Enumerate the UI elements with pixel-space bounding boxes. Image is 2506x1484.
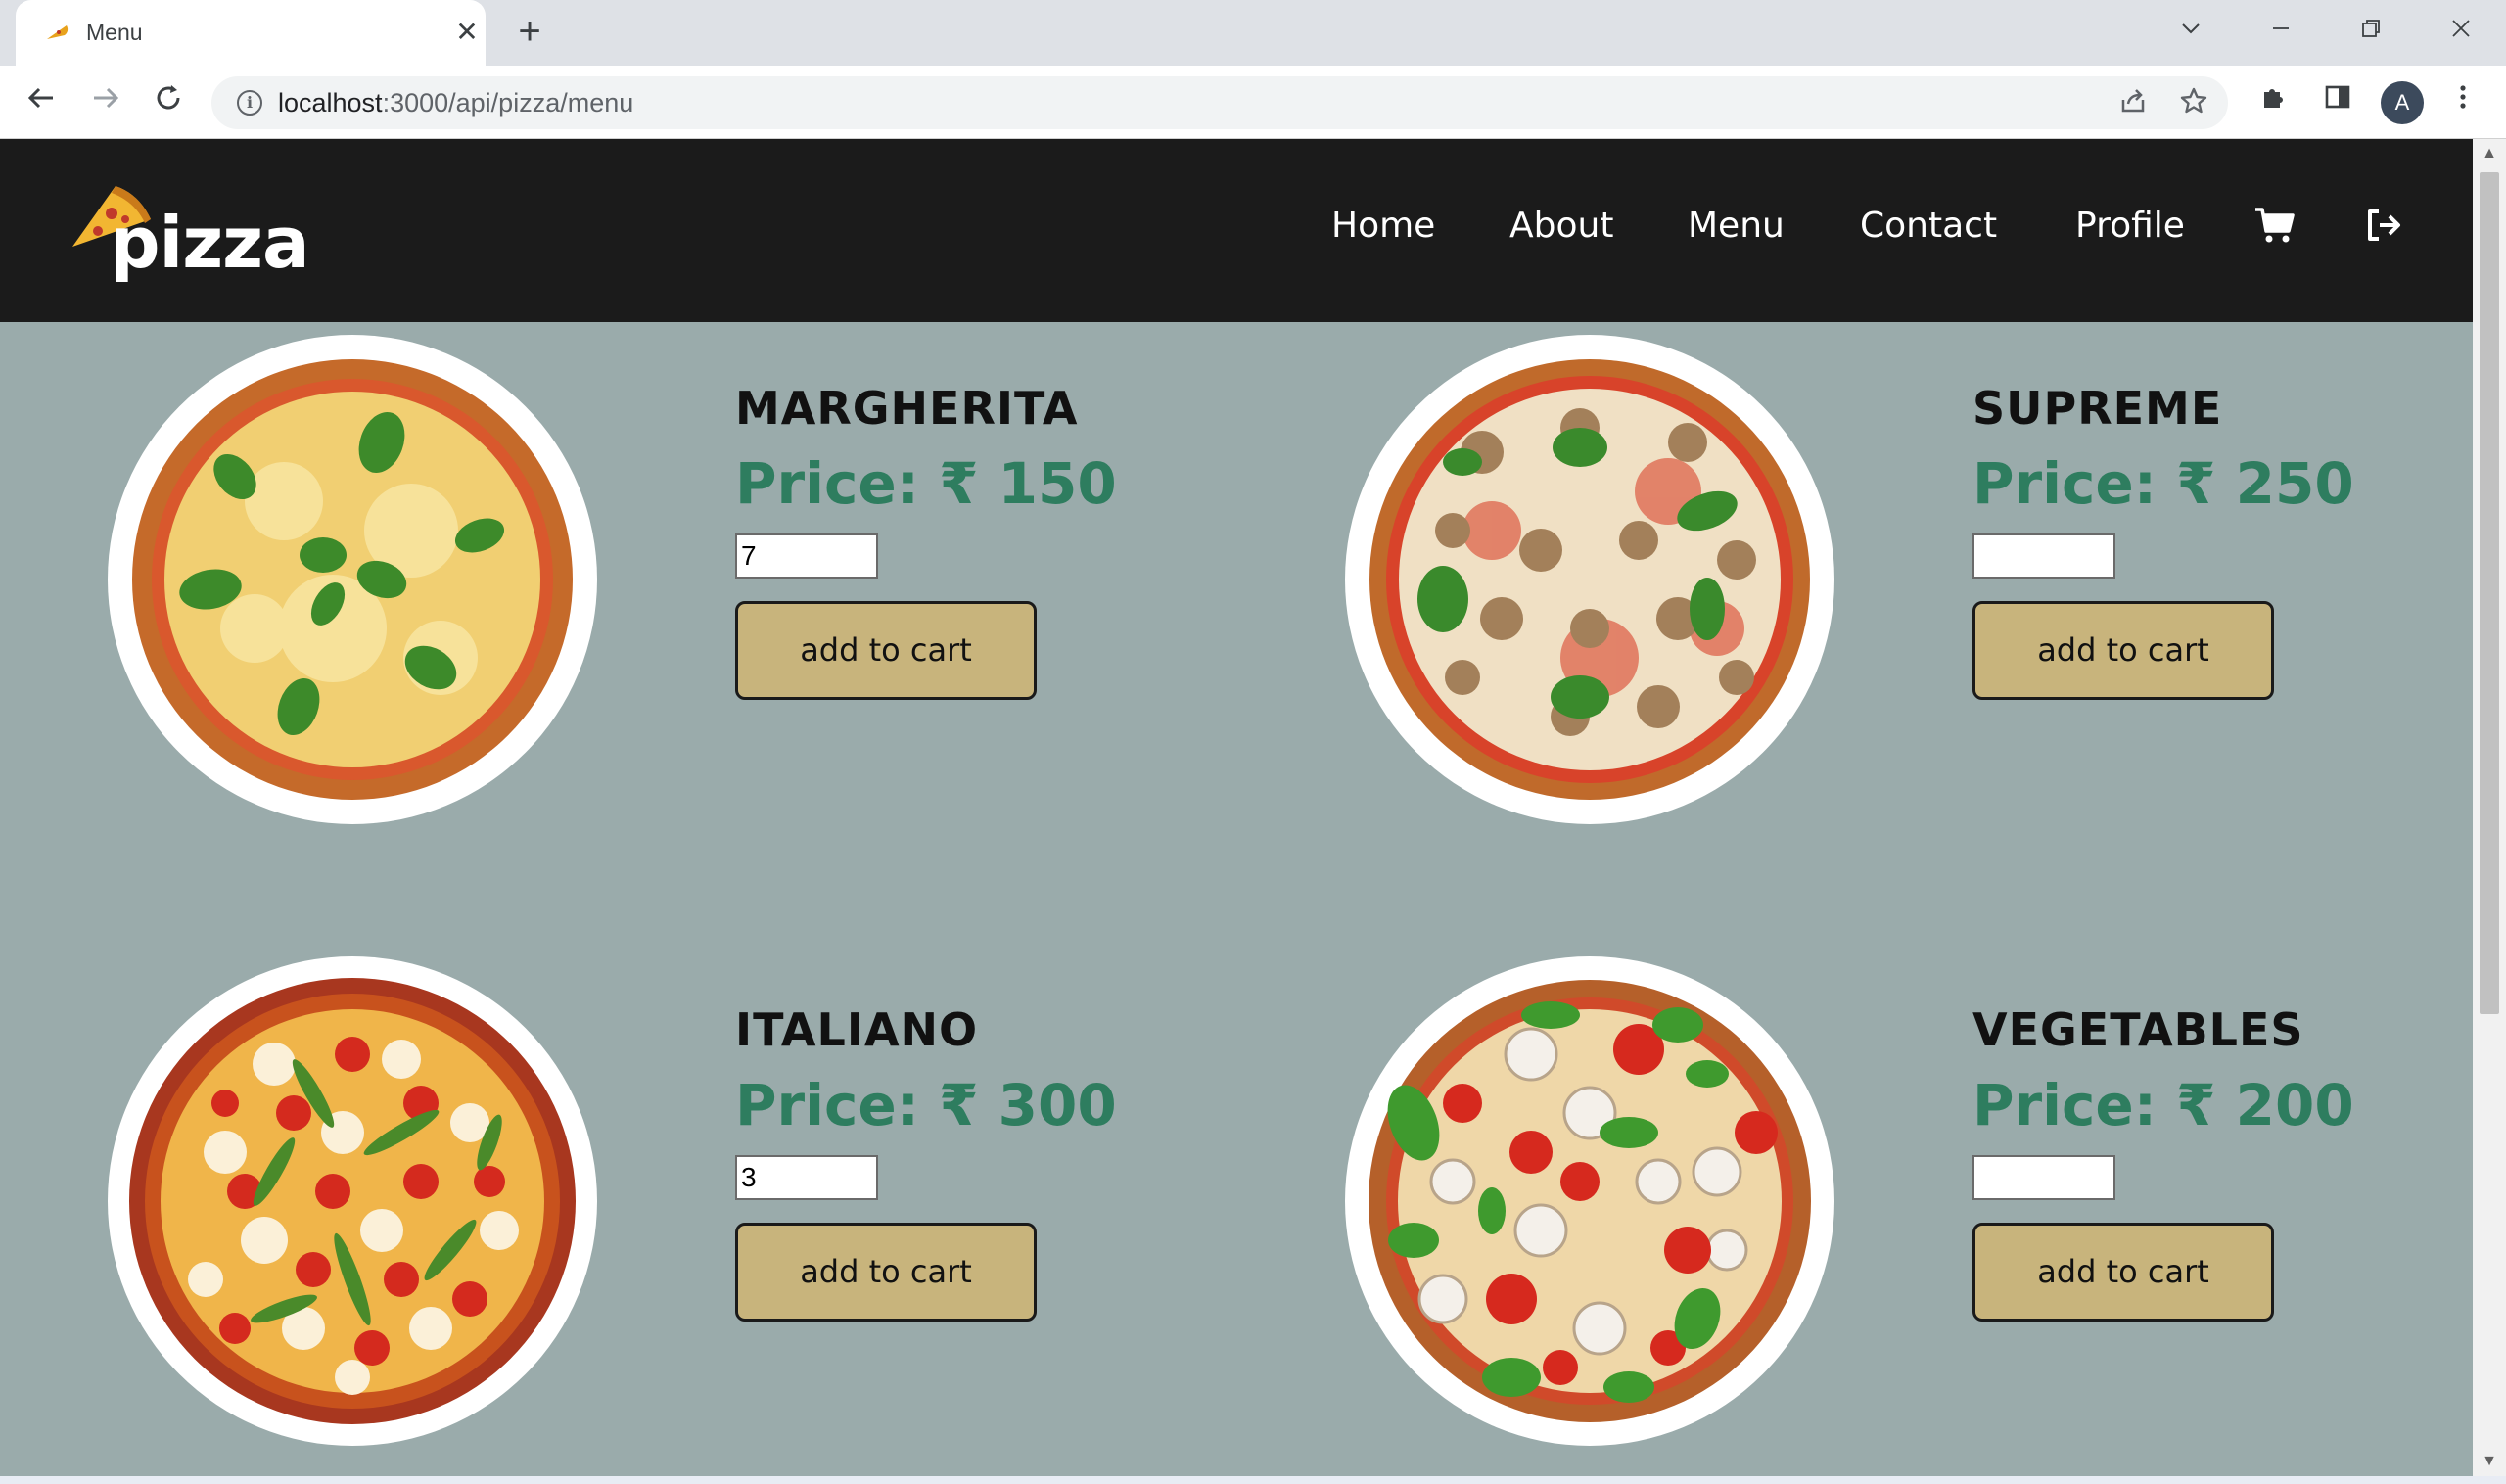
pizza-image-vegetables [1345,956,1834,1446]
quantity-input[interactable] [735,1155,878,1200]
logo-text: pizza [110,202,310,284]
profile-avatar[interactable]: A [2381,81,2424,124]
add-to-cart-button[interactable]: add to cart [1972,601,2274,700]
tab-close-icon[interactable]: ✕ [450,16,484,49]
pizza-price: Price: ₹ 150 [735,450,1117,517]
restore-icon[interactable] [2351,12,2390,51]
address-bar[interactable]: i localhost:3000/api/pizza/menu [211,76,2228,129]
forward-arrow-icon[interactable] [84,81,127,124]
nav-menu[interactable]: Menu [1688,206,1785,246]
browser-toolbar: i localhost:3000/api/pizza/menu A [0,66,2506,139]
scroll-down-arrow-icon[interactable]: ▼ [2473,1447,2506,1476]
pizza-price: Price: ₹ 250 [1972,450,2354,517]
menu-card-margherita: MARGHERITA Price: ₹ 150 add to cart [108,335,1351,824]
add-to-cart-button[interactable]: add to cart [1972,1223,2274,1322]
share-icon[interactable] [2116,86,2150,119]
quantity-input[interactable] [1972,533,2115,579]
vertical-scrollbar[interactable]: ▲ ▼ [2473,139,2506,1476]
nav-about[interactable]: About [1509,206,1613,246]
logout-icon[interactable] [2363,204,2406,247]
minimize-icon[interactable] [2261,12,2300,51]
scroll-up-arrow-icon[interactable]: ▲ [2473,139,2506,168]
close-window-icon[interactable] [2441,12,2481,51]
add-to-cart-button[interactable]: add to cart [735,601,1037,700]
quantity-input[interactable] [735,533,878,579]
new-tab-button[interactable]: + [511,12,548,51]
back-arrow-icon[interactable] [20,81,63,124]
side-panel-icon[interactable] [2316,81,2359,124]
tab-search-chevron-icon[interactable] [2171,12,2210,51]
pizza-image-supreme [1345,335,1834,824]
pizza-favicon-icon [47,25,69,39]
pizza-name: ITALIANO [735,1003,979,1056]
menu-card-supreme: SUPREME Price: ₹ 250 add to cart [1345,335,2473,824]
tab-title: Menu [86,20,143,45]
site-logo[interactable]: pizza [69,180,310,288]
nav-contact[interactable]: Contact [1860,206,1997,246]
quantity-input[interactable] [1972,1155,2115,1200]
nav-home[interactable]: Home [1331,206,1435,246]
pizza-price: Price: ₹ 300 [735,1072,1117,1138]
page-viewport: pizza Home About Menu Contact Profile MA… [0,139,2473,1476]
menu-card-italiano: ITALIANO Price: ₹ 300 add to cart [108,956,1351,1446]
site-info-icon[interactable]: i [237,90,262,116]
nav-profile[interactable]: Profile [2075,206,2185,246]
pizza-name: VEGETABLES [1972,1003,2304,1056]
pizza-price: Price: ₹ 200 [1972,1072,2354,1138]
cart-icon[interactable] [2253,204,2297,247]
scroll-thumb[interactable] [2480,172,2499,1014]
menu-card-vegetables: VEGETABLES Price: ₹ 200 add to cart [1345,956,2473,1446]
reload-icon[interactable] [147,81,190,124]
browser-tabstrip: Menu ✕ + [0,0,2506,66]
browser-tab-menu[interactable]: Menu ✕ [16,0,486,66]
pizza-image-margherita [108,335,597,824]
window-bottom-edge [0,1476,2506,1484]
kebab-menu-icon[interactable] [2441,81,2484,124]
site-header: pizza Home About Menu Contact Profile [0,139,2473,322]
url-text[interactable]: localhost:3000/api/pizza/menu [278,88,633,118]
extensions-puzzle-icon[interactable] [2251,81,2295,124]
pizza-image-italiano [108,956,597,1446]
pizza-name: SUPREME [1972,382,2223,435]
bookmark-star-icon[interactable] [2177,86,2210,119]
add-to-cart-button[interactable]: add to cart [735,1223,1037,1322]
pizza-name: MARGHERITA [735,382,1079,435]
